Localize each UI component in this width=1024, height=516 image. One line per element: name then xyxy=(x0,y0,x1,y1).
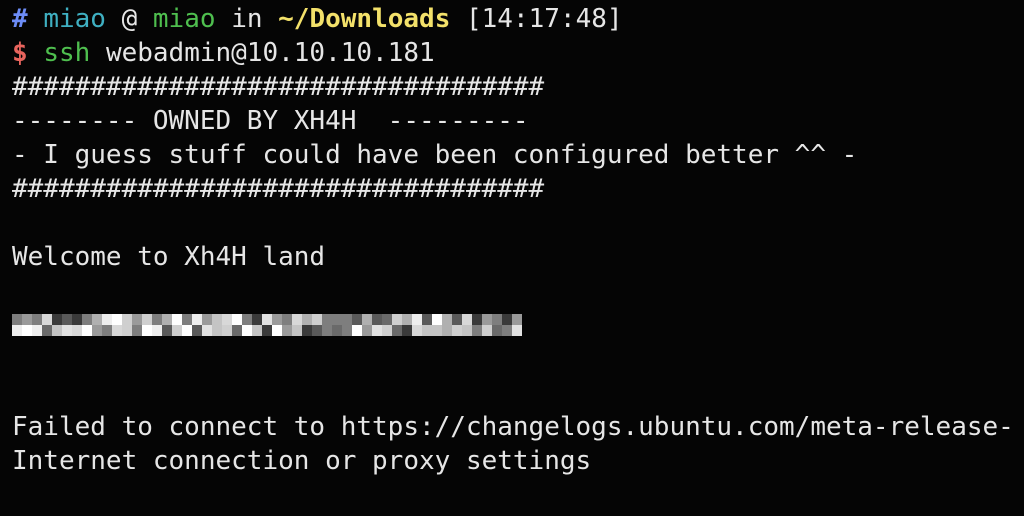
redaction-pixel xyxy=(122,314,132,336)
redaction-pixel xyxy=(192,314,202,336)
prompt-line: # miao @ miao in ~/Downloads [14:17:48] xyxy=(12,2,623,36)
redaction-pixel xyxy=(342,314,352,336)
redaction-pixel xyxy=(282,314,292,336)
redaction-pixel xyxy=(232,314,242,336)
redaction-pixel xyxy=(42,314,52,336)
owned-line: -------- OWNED BY XH4H --------- xyxy=(12,106,529,136)
redaction-pixel xyxy=(512,314,522,336)
redaction-pixel xyxy=(332,314,342,336)
banner-top: ################################## xyxy=(12,72,545,102)
redaction-pixel xyxy=(472,314,482,336)
prompt-at: @ xyxy=(121,4,138,34)
welcome-line: Welcome to Xh4H land xyxy=(12,242,326,272)
redaction-pixel xyxy=(292,314,302,336)
prompt-host: miao xyxy=(152,4,216,34)
redacted-text xyxy=(12,314,522,336)
redaction-pixel xyxy=(12,314,22,336)
redaction-pixel xyxy=(142,314,152,336)
internet-line: Internet connection or proxy settings xyxy=(12,446,592,476)
redaction-pixel xyxy=(102,314,112,336)
guess-line: - I guess stuff could have been configur… xyxy=(12,140,858,170)
redaction-pixel xyxy=(432,314,442,336)
redaction-pixel xyxy=(202,314,212,336)
prompt-path: ~/Downloads xyxy=(278,4,451,34)
redaction-pixel xyxy=(322,314,332,336)
redaction-pixel xyxy=(222,314,232,336)
redaction-pixel xyxy=(362,314,372,336)
redaction-pixel xyxy=(402,314,412,336)
redaction-pixel xyxy=(182,314,192,336)
redaction-pixel xyxy=(172,314,182,336)
redaction-pixel xyxy=(132,314,142,336)
redaction-pixel xyxy=(262,314,272,336)
redaction-pixel xyxy=(72,314,82,336)
command-dollar: $ xyxy=(12,38,28,68)
command-args: webadmin@10.10.10.181 xyxy=(105,38,435,68)
redaction-pixel xyxy=(52,314,62,336)
redaction-pixel xyxy=(422,314,432,336)
redaction-pixel xyxy=(312,314,322,336)
redaction-pixel xyxy=(32,314,42,336)
redaction-pixel xyxy=(162,314,172,336)
redaction-pixel xyxy=(22,314,32,336)
redaction-pixel xyxy=(452,314,462,336)
redaction-pixel xyxy=(82,314,92,336)
redaction-pixel xyxy=(252,314,262,336)
redaction-pixel xyxy=(352,314,362,336)
redaction-pixel xyxy=(392,314,402,336)
redaction-pixel xyxy=(152,314,162,336)
redaction-pixel xyxy=(242,314,252,336)
prompt-user: miao xyxy=(43,4,106,34)
redaction-pixel xyxy=(492,314,502,336)
terminal-window[interactable]: # miao @ miao in ~/Downloads [14:17:48] … xyxy=(0,0,1024,516)
redaction-pixel xyxy=(412,314,422,336)
redaction-pixel xyxy=(272,314,282,336)
banner-bottom: ################################## xyxy=(12,174,545,204)
redaction-pixel xyxy=(212,314,222,336)
redaction-pixel xyxy=(482,314,492,336)
redaction-pixel xyxy=(442,314,452,336)
prompt-in: in xyxy=(231,4,263,34)
failed-line: Failed to connect to https://changelogs.… xyxy=(12,412,1014,442)
redaction-pixel xyxy=(112,314,122,336)
redaction-pixel xyxy=(502,314,512,336)
redaction-pixel xyxy=(302,314,312,336)
redaction-pixel xyxy=(382,314,392,336)
prompt-time: [14:17:48] xyxy=(466,4,623,34)
redaction-pixel xyxy=(372,314,382,336)
prompt-hash: # xyxy=(12,4,28,34)
command-line: $ ssh webadmin@10.10.10.181 xyxy=(12,36,435,70)
command-program: ssh xyxy=(43,38,91,68)
redaction-pixel xyxy=(92,314,102,336)
redaction-pixel xyxy=(462,314,472,336)
redaction-pixel xyxy=(62,314,72,336)
